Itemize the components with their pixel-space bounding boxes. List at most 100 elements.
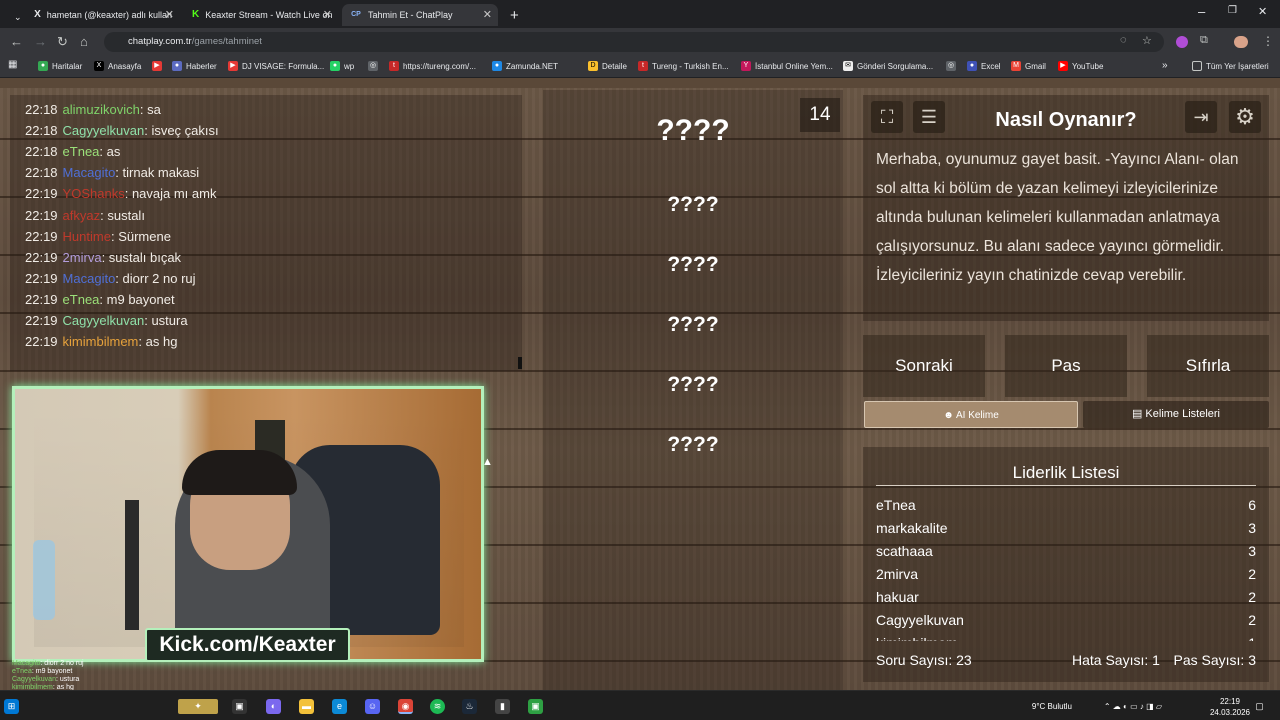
pass-button[interactable]: Pas [1005,335,1127,397]
puzzle-icon[interactable]: ⧉ [1200,34,1208,47]
next-button[interactable]: Sonraki [863,335,985,397]
more-bookmarks-icon[interactable]: » [1162,60,1168,71]
search-box[interactable]: ✦ [178,699,218,714]
guitar [125,500,139,630]
overlay-user: eTnea [12,668,32,675]
close-window-button[interactable]: ✕ [1258,5,1267,18]
obs-icon[interactable]: ▣ [528,699,543,714]
profile-avatar[interactable] [1234,36,1248,48]
bookmark-item[interactable]: t Tureng - Turkish En... [638,61,729,71]
chat-message: 22:19 YOShanks: navaja mı amk [25,186,216,201]
bookmark-item[interactable]: ◎ [946,61,960,71]
chat-username[interactable]: Macagito [63,271,116,286]
bookmark-label: wp [344,61,355,71]
bookmark-item[interactable]: ● Zamunda.NET [492,61,558,71]
notification-icon[interactable]: ▢ [1252,699,1267,714]
chat-username[interactable]: Cagyyelkuvan [63,313,145,328]
apps-grid-icon[interactable]: ▦ [8,59,17,70]
close-tab-icon[interactable]: ✕ [165,8,174,21]
word-lists-button[interactable]: ▤ Kelime Listeleri [1083,401,1269,428]
bookmark-item[interactable]: ● Excel [967,61,1001,71]
task-view-icon[interactable]: ▣ [232,699,247,714]
chat-username[interactable]: Cagyyelkuvan [63,123,145,138]
word-lists-label: Kelime Listeleri [1145,408,1221,420]
tab-chatplay[interactable]: CP Tahmin Et - ChatPlay ✕ [342,4,498,26]
pass-count: Pas Sayısı: 3 [1173,652,1256,668]
chat-username[interactable]: eTnea [63,292,100,307]
clock: 22:19 24.03.2026 [1200,696,1260,718]
overlay-chat-line: eTnea: m9 bayonet [12,668,72,675]
chat-username[interactable]: 2mirva [63,250,102,265]
bookmark-item[interactable]: ◎ [368,61,382,71]
copilot-icon[interactable]: ◐ [266,699,281,714]
bookmark-item[interactable]: t https://tureng.com/... [389,61,476,71]
eye-off-icon[interactable]: ◌ [1120,34,1127,46]
bookmark-item[interactable]: ▶ YouTube [1058,61,1103,71]
stream-overlay-chat: Macagito: diorr 2 no ruj eTnea: m9 bayone… [0,658,150,691]
word-slot: ???? [667,193,719,216]
home-icon[interactable]: ⌂ [80,34,88,49]
all-bookmarks-button[interactable]: Tüm Yer İşaretleri [1192,61,1269,71]
reload-icon[interactable]: ↻ [57,34,68,50]
bookmark-label: YouTube [1072,61,1104,71]
minimize-button[interactable]: – [1198,4,1205,19]
chat-username[interactable]: eTnea [63,144,100,159]
tab-kick[interactable]: K Keaxter Stream - Watch Live on ✕ [184,4,338,26]
tab-x[interactable]: X hametan (@keaxter) adlı kullan ✕ [26,4,180,26]
url-path: /games/tahminet [191,36,262,47]
bookmark-item[interactable]: D Detaile [588,61,627,71]
clock-date: 24.03.2026 [1209,708,1251,717]
chrome-icon[interactable]: ◉ [398,699,413,714]
chat-time: 22:19 [25,313,58,328]
tab-list-button[interactable]: ⌄ [6,6,22,28]
new-tab-button[interactable]: + [502,4,522,26]
bookmark-item[interactable]: ● Haberler [172,61,217,71]
bookmark-item[interactable]: ▶ [152,61,166,71]
page-top-strip [0,78,1280,88]
word-counter: 14 [800,98,840,132]
close-tab-icon[interactable]: ✕ [483,8,492,21]
tray-icons: ⌃ ☁ ◐ ▭ ♪ ◨ ▱ [1103,702,1162,711]
chat-username[interactable]: afkyaz [63,208,101,223]
discord-icon[interactable]: ☺ [365,699,380,714]
overlay-text: : m9 bayonet [31,668,73,675]
logout-icon[interactable]: ⇥ [1185,101,1217,133]
url-input[interactable]: chatplay.com.tr/games/tahminet [104,32,1164,52]
menu-dots-icon[interactable]: ⋮ [1262,34,1274,48]
forward-arrow-icon[interactable]: → [34,34,47,49]
start-icon[interactable]: ⊞ [4,699,19,714]
chat-username[interactable]: alimuzikovich [63,102,140,117]
chat-colon: : [124,186,132,202]
reset-button[interactable]: Sıfırla [1147,335,1269,397]
bookmark-item[interactable]: ● wp [330,61,354,71]
chat-username[interactable]: YOShanks [63,186,125,201]
overlay-text: : diorr 2 no ruj [40,660,84,667]
restore-button[interactable]: ❐ [1228,5,1237,16]
close-tab-icon[interactable]: ✕ [323,8,332,21]
steam-icon[interactable]: ♨ [462,699,477,714]
star-icon[interactable]: ☆ [1142,34,1152,47]
bookmark-item[interactable]: ▶ DJ VISAGE: Formula... [228,61,324,71]
chat-text: navaja mı amk [131,186,217,202]
spotify-icon[interactable]: ≋ [430,699,445,714]
back-arrow-icon[interactable]: ← [10,34,23,49]
bookmark-label: https://tureng.com/... [403,61,476,71]
bookmark-item[interactable]: M Gmail [1011,61,1046,71]
plus-icon: + [510,6,519,24]
app-icon[interactable]: ▮ [495,699,510,714]
ai-word-button[interactable]: ☻ AI Kelime [864,401,1078,428]
chat-username[interactable]: Macagito [63,165,116,180]
bookmark-item[interactable]: ✉ Gönderi Sorgulama... [843,61,933,71]
extension-icon[interactable] [1176,36,1188,48]
chevron-down-icon: ⌄ [14,11,22,22]
chat-username[interactable]: kimimbilmem [63,334,139,349]
chat-username[interactable]: Huntime [63,229,111,244]
bookmark-item[interactable]: ● Haritalar [38,61,82,71]
bookmark-item[interactable]: X Anasayfa [94,61,141,71]
edge-icon[interactable]: e [332,699,347,714]
file-explorer-icon[interactable]: ▬ [299,699,314,714]
bookmark-item[interactable]: Y İstanbul Online Yem... [741,61,833,71]
chat-scrollbar[interactable] [518,357,522,369]
settings-gear-icon[interactable]: ⚙ [1229,101,1261,133]
chat-message: 22:18 alimuzikovich: sa [25,102,161,117]
